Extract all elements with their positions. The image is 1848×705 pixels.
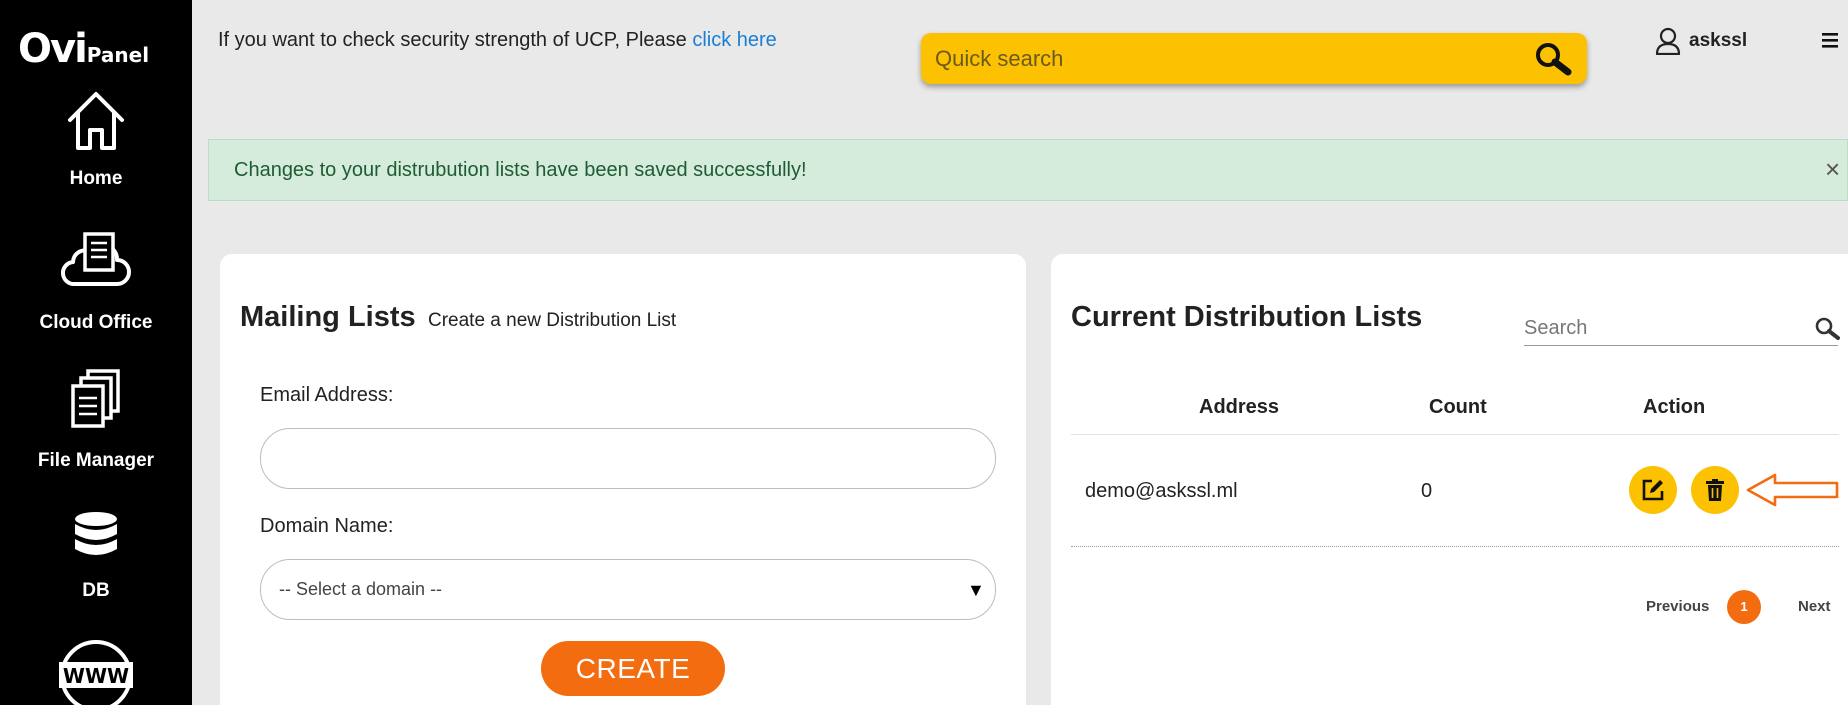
app-logo[interactable]: OviPanel (18, 26, 149, 72)
pagination-page-1[interactable]: 1 (1727, 590, 1761, 624)
home-icon (68, 92, 124, 150)
security-notice: If you want to check security strength o… (218, 29, 777, 52)
table-row-divider (1071, 546, 1839, 547)
quick-search-bar (921, 33, 1587, 84)
security-notice-text: If you want to check security strength o… (218, 29, 693, 51)
pagination-previous[interactable]: Previous (1646, 598, 1709, 615)
column-header-action: Action (1643, 396, 1706, 418)
edit-icon (1642, 479, 1664, 501)
sidebar: OviPanel Home Cloud Office File Manager (0, 0, 192, 705)
email-address-label: Email Address: (260, 384, 394, 406)
user-menu[interactable]: askssl (1655, 27, 1747, 55)
distribution-lists-card: Current Distribution Lists Address Count… (1051, 254, 1848, 705)
domain-select-value: -- Select a domain -- (279, 579, 443, 599)
email-address-input[interactable] (261, 429, 995, 488)
sidebar-item-label: Home (69, 168, 123, 189)
sidebar-item-label: File Manager (37, 450, 155, 471)
sidebar-item-db[interactable]: DB (0, 510, 192, 602)
dropdown-arrow-icon: ▼ (967, 580, 985, 600)
security-check-link[interactable]: click here (692, 29, 776, 51)
domain-select[interactable]: -- Select a domain -- ▼ (260, 559, 996, 620)
table-search-input[interactable] (1524, 312, 1804, 344)
arrow-pointer-icon (1746, 473, 1839, 507)
edit-button[interactable] (1629, 466, 1677, 514)
hamburger-menu-icon[interactable] (1820, 30, 1840, 50)
database-icon (75, 512, 117, 555)
sidebar-item-home[interactable]: Home (0, 88, 192, 190)
search-icon[interactable] (1533, 41, 1573, 77)
email-address-field-wrapper (260, 428, 996, 489)
trash-icon (1706, 479, 1724, 501)
success-alert: Changes to your distrubution lists have … (208, 139, 1848, 201)
sidebar-item-cloud-office[interactable]: Cloud Office (0, 230, 192, 334)
www-icon: WWW (59, 640, 133, 705)
table-search (1524, 312, 1840, 346)
domain-name-label: Domain Name: (260, 515, 394, 537)
pagination-next[interactable]: Next (1798, 598, 1831, 615)
sidebar-item-www[interactable]: WWW (0, 640, 192, 705)
distribution-lists-title: Current Distribution Lists (1071, 301, 1423, 333)
search-icon[interactable] (1814, 316, 1840, 342)
user-icon (1655, 27, 1681, 55)
username: askssl (1689, 30, 1748, 51)
row-address: demo@askssl.ml (1085, 480, 1238, 502)
sidebar-item-label: Cloud Office (39, 312, 153, 333)
logo-text-sub: Panel (86, 43, 150, 67)
column-header-address[interactable]: Address (1199, 396, 1279, 419)
create-button[interactable]: CREATE (541, 641, 725, 696)
file-manager-icon (71, 369, 120, 428)
quick-search-input[interactable] (935, 33, 1515, 84)
mailing-lists-subtitle: Create a new Distribution List (428, 310, 677, 331)
delete-button[interactable] (1691, 466, 1739, 514)
sidebar-item-label: DB (82, 580, 110, 601)
column-header-count[interactable]: Count (1429, 396, 1487, 419)
cloud-office-icon (61, 232, 131, 287)
row-count: 0 (1421, 480, 1433, 502)
sidebar-item-file-manager[interactable]: File Manager (0, 368, 192, 472)
logo-text-main: Ovi (18, 26, 88, 72)
svg-text:WWW: WWW (63, 664, 129, 688)
mailing-lists-card: Mailing Lists Create a new Distribution … (220, 254, 1026, 705)
close-icon[interactable]: × (1825, 156, 1840, 182)
table-header-divider (1071, 434, 1839, 435)
mailing-lists-title: Mailing Lists (240, 301, 416, 333)
alert-message: Changes to your distrubution lists have … (234, 159, 807, 181)
